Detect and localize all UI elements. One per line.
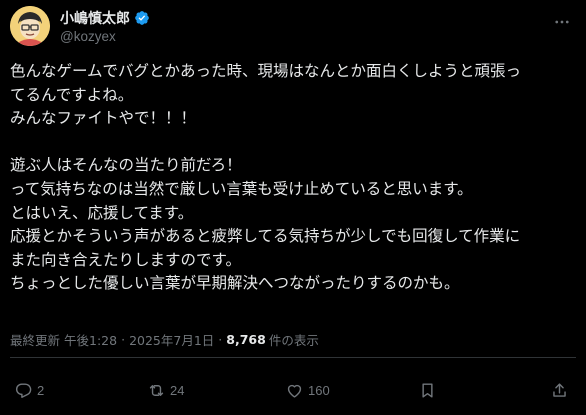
tweet-header: 小嶋慎太郎 @kozyex — [10, 6, 576, 50]
verified-badge-icon[interactable] — [134, 10, 150, 26]
tweet-line: 遊ぶ人はそんなの当たり前だろ！ — [10, 156, 242, 175]
tweet: 小嶋慎太郎 @kozyex 色んなゲームでバグとかあった時、現場はなんとか面白く… — [0, 0, 586, 415]
divider — [10, 357, 576, 358]
views-label: 件の表示 — [268, 333, 319, 348]
tweet-line: てるんですよね。 — [10, 85, 134, 104]
views-count: 8,768 — [226, 332, 266, 347]
share-button[interactable] — [550, 378, 569, 402]
action-bar: 2 24 160 — [10, 378, 580, 402]
tweet-date[interactable]: 2025年7月1日 — [129, 330, 214, 349]
reply-button[interactable]: 2 — [14, 378, 44, 402]
retweet-count: 24 — [170, 382, 185, 398]
bookmark-icon — [422, 382, 433, 398]
tweet-line: って気持ちなのは当然で厳しい言葉も受け止めていると思います。 — [10, 179, 473, 198]
tweet-line: ちょっとした優しい言葉が早期解決へつながったりするのかも。 — [10, 274, 460, 293]
avatar[interactable] — [10, 6, 50, 46]
tweet-time[interactable]: 午後1:28 — [64, 330, 117, 349]
reply-icon — [16, 382, 32, 398]
display-name[interactable]: 小嶋慎太郎 — [60, 8, 130, 28]
user-handle[interactable]: @kozyex — [60, 29, 150, 44]
avatar-illustration — [10, 6, 50, 46]
meta-separator: · — [218, 332, 223, 347]
retweet-icon — [149, 384, 164, 396]
like-count: 160 — [308, 382, 330, 398]
tweet-meta: 最終更新 午後1:28 · 2025年7月1日 · 8,768 件の表示 — [10, 330, 319, 349]
tweet-line: みんなファイトやで！！！ — [10, 109, 197, 128]
more-dots-icon — [555, 20, 569, 24]
tweet-text: 色んなゲームでバグとかあった時、現場はなんとか面白くしようと頑張っ てるんですよ… — [10, 60, 580, 296]
heart-icon — [287, 384, 302, 398]
updated-prefix: 最終更新 — [10, 333, 61, 348]
share-icon — [553, 382, 566, 397]
user-names: 小嶋慎太郎 @kozyex — [60, 8, 150, 44]
tweet-line: また向き合えたりしますのです。 — [10, 250, 241, 269]
meta-separator: · — [121, 332, 126, 347]
reply-count: 2 — [37, 382, 45, 398]
display-name-row: 小嶋慎太郎 — [60, 8, 150, 28]
like-button[interactable]: 160 — [285, 378, 330, 402]
tweet-line: 応援とかそういう声があると疲弊してる気持ちが少しでも回復して作業に — [10, 227, 521, 246]
tweet-line: 色んなゲームでバグとかあった時、現場はなんとか面白くしようと頑張っ — [10, 62, 522, 80]
retweet-button[interactable]: 24 — [147, 378, 184, 402]
bookmark-button[interactable] — [418, 378, 437, 402]
more-button[interactable] — [552, 12, 572, 32]
tweet-line: とはいえ、応援してます。 — [10, 203, 194, 222]
